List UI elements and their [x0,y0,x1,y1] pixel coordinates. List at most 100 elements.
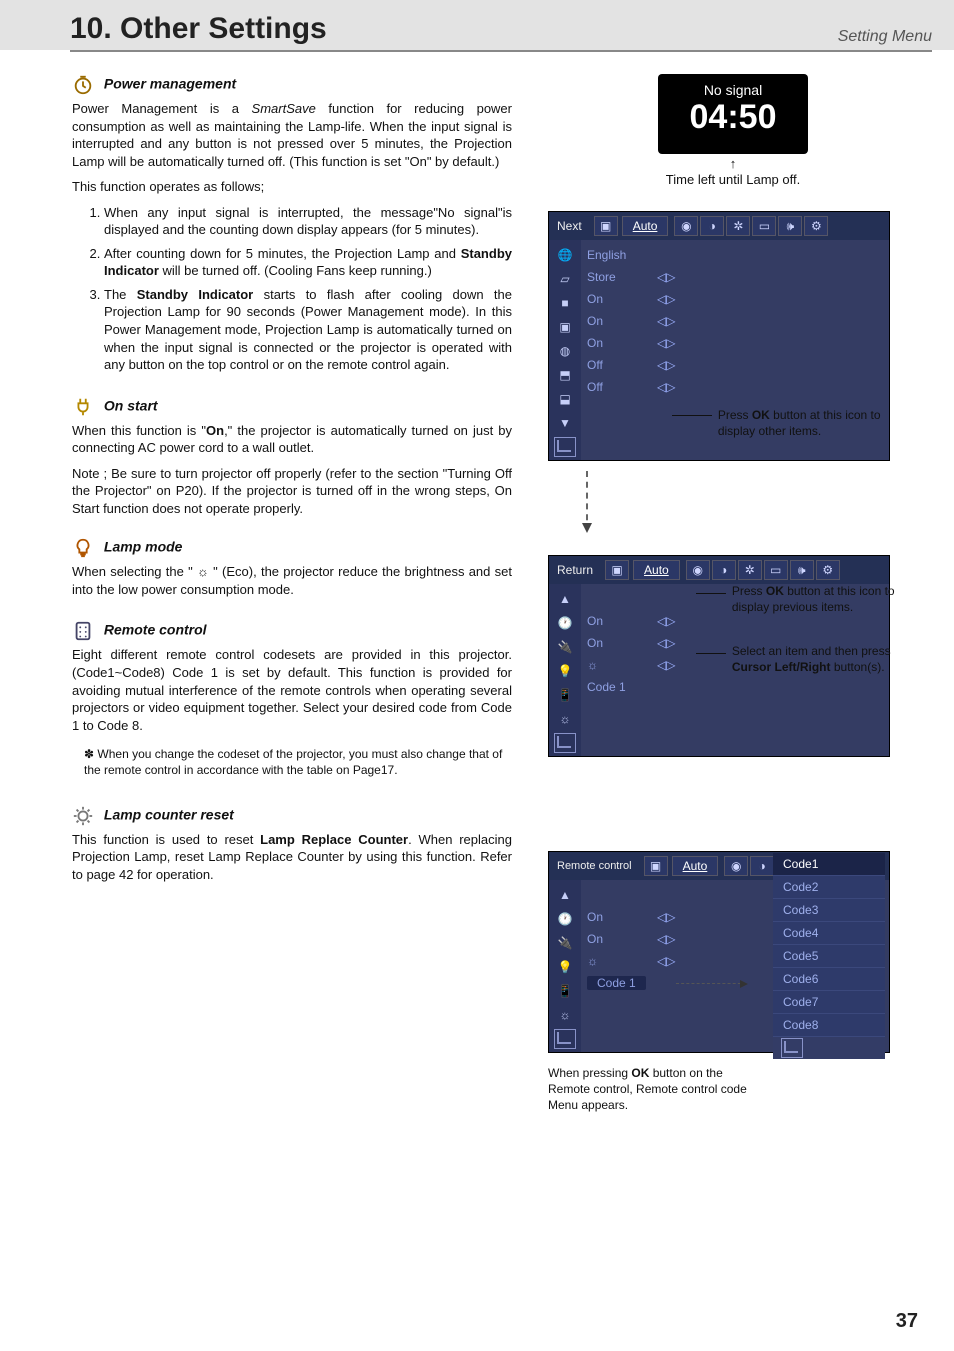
code-submenu: Code1 Code2 Code3 Code4 Code5 Code6 Code… [773,853,885,1059]
code-return-icon [773,1037,885,1059]
return-icon [552,1028,578,1050]
on-start-heading: On start [72,396,512,418]
contrast-icon: ◑ [750,856,774,876]
osd1-row-logo: On◁▷ [587,332,883,354]
remote-icon: 📱 [552,980,578,1002]
osd1-row-ceiling: Off◁▷ [587,354,883,376]
input-icon: ▣ [594,216,618,236]
rear-icon: ⬓ [552,388,578,410]
lampmode-icon: 💡 [552,956,578,978]
onstart-icon: 🔌 [552,636,578,658]
sound-icon: 🕪 [778,216,802,236]
ceiling-icon: ⬒ [552,364,578,386]
keystone-icon: ▱ [552,268,578,290]
powermgmt-icon: 🕐 [552,908,578,930]
osd3-auto: Auto [672,856,719,876]
osd1-row-store: Store◁▷ [587,266,883,288]
osd1-row-blue: On◁▷ [587,288,883,310]
image-icon: ◉ [686,560,710,580]
power-management-title: Power management [104,76,236,92]
lamp-para: When selecting the " ☼ " (Eco), the proj… [72,563,512,598]
timer-digits: 04:50 [658,98,808,137]
right-arrow-icon [676,983,746,984]
osd1-row-rear: Off◁▷ [587,376,883,398]
code-option-3: Code3 [773,899,885,922]
screen-icon: ▭ [752,216,776,236]
up-arrow-icon: ↑ [730,156,737,171]
timer-display: No signal 04:50 [658,74,808,154]
pm-para1: Power Management is a SmartSave function… [72,100,512,170]
lamp-mode-title: Lamp mode [104,539,183,555]
powermgmt-icon: 🕐 [552,612,578,634]
osd2-tabs: Return ▣ Auto ◉ ◑ ✲ ▭ 🕪 ⚙ [549,556,889,584]
pm-step2: After counting down for 5 minutes, the P… [104,245,512,280]
screen-icon: ▭ [764,560,788,580]
page-title: 10. Other Settings [70,12,327,46]
remote-title: Remote control [104,622,207,638]
title-bar: 10. Other Settings Setting Menu [0,0,954,50]
sound-icon: 🕪 [790,560,814,580]
globe-icon: 🌐 [552,244,578,266]
code-option-5: Code5 [773,945,885,968]
clock-icon [72,74,94,96]
osd2-icon-col: ▲ 🕐 🔌 💡 📱 ☼ [549,584,581,756]
logo-icon: ◍ [552,340,578,362]
page-number: 37 [896,1310,918,1333]
remote-icon: 📱 [552,684,578,706]
osd3-caption: When pressing OK button on the Remote co… [548,1065,748,1114]
osd1-tabs: Next ▣ Auto ◉ ◑ ✲ ▭ 🕪 ⚙ [549,212,889,240]
code-option-7: Code7 [773,991,885,1014]
lamp-mode-heading: Lamp mode [72,537,512,559]
chevron-up-icon: ▲ [552,588,578,610]
left-column: Power management Power Management is a S… [72,74,512,1114]
pm-para2: This function operates as follows; [72,178,512,196]
chevron-up-icon: ▲ [552,884,578,906]
osd2-annotation-cursor: Select an item and then press Cursor Lef… [696,643,896,675]
osd2-annotation-prev: Press OK button at this icon to display … [696,583,896,615]
onstart-para1: When this function is "On," the projecto… [72,422,512,457]
code-option-6: Code6 [773,968,885,991]
setting-menu-label: Setting Menu [838,28,932,46]
contrast-icon: ◑ [712,560,736,580]
display-icon: ▣ [552,316,578,338]
reset-title: Lamp counter reset [104,806,234,822]
code-option-1: Code1 [773,853,885,876]
power-management-heading: Power management [72,74,512,96]
image-icon: ◉ [674,216,698,236]
input-icon: ▣ [644,856,668,876]
code-option-4: Code4 [773,922,885,945]
osd3-icon-col: ▲ 🕐 🔌 💡 📱 ☼ [549,880,581,1052]
onstart-icon: 🔌 [552,932,578,954]
chevron-down-icon: ▼ [552,412,578,434]
osd2-row-code: Code 1 [587,676,883,698]
on-start-title: On start [104,397,158,413]
osd2-tab-label: Return [557,563,593,577]
lampmode-icon: 💡 [552,660,578,682]
osd1-icon-col: 🌐 ▱ ■ ▣ ◍ ⬒ ⬓ ▼ [549,240,581,460]
return-icon [552,732,578,754]
input-icon: ▣ [605,560,629,580]
color-icon: ✲ [738,560,762,580]
code-option-2: Code2 [773,876,885,899]
timer-caption-text: Time left until Lamp off. [666,172,800,187]
pm-steps: When any input signal is interrupted, th… [84,204,512,374]
settings-icon: ⚙ [816,560,840,580]
timer-caption: ↑ Time left until Lamp off. [548,172,918,187]
remote-para1: Eight different remote control codesets … [72,646,512,734]
bluescreen-icon: ■ [552,292,578,314]
contrast-icon: ◑ [700,216,724,236]
lampreset-icon: ☼ [552,1004,578,1026]
osd1-row-display: On◁▷ [587,310,883,332]
remote-heading: Remote control [72,620,512,642]
brightness-reset-icon [72,805,94,827]
remote-note: ✽ When you change the codeset of the pro… [84,746,512,778]
lampreset-icon: ☼ [552,708,578,730]
osd1-annotation: Press OK button at this icon to display … [672,407,892,439]
osd1-auto: Auto [622,216,669,236]
settings-icon: ⚙ [804,216,828,236]
image-icon: ◉ [724,856,748,876]
reset-para: This function is used to reset Lamp Repl… [72,831,512,884]
color-icon: ✲ [726,216,750,236]
no-signal-label: No signal [658,74,808,98]
reset-heading: Lamp counter reset [72,805,512,827]
